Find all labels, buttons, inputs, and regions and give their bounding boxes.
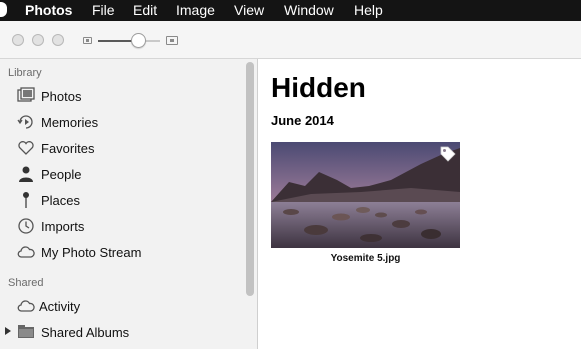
sidebar-item-favorites[interactable]: Favorites (0, 137, 244, 161)
zoom-in-icon[interactable] (166, 36, 178, 45)
sidebar-item-label: Memories (41, 115, 99, 130)
cloud-icon (17, 246, 35, 258)
clock-icon (18, 218, 34, 234)
sidebar-item-imports[interactable]: Imports (0, 215, 244, 239)
menu-help[interactable]: Help (354, 2, 383, 19)
minimize-window-button[interactable] (32, 34, 44, 46)
menu-bar: Photos File Edit Image View Window Help (0, 0, 581, 21)
sidebar-item-label: Favorites (41, 141, 95, 156)
zoom-slider-thumb[interactable] (130, 33, 146, 48)
menu-file[interactable]: File (92, 2, 115, 19)
page-title: Hidden (271, 72, 366, 103)
sidebar-item-label: People (41, 167, 82, 182)
shared-section-title: Shared (8, 277, 44, 289)
photo-thumbnail[interactable] (271, 142, 460, 248)
folder-icon (18, 325, 34, 338)
sidebar-item-people[interactable]: People (0, 163, 244, 187)
menu-image[interactable]: Image (176, 2, 215, 19)
sidebar-item-shared-albums[interactable]: Shared Albums (0, 321, 244, 345)
disclosure-triangle-icon[interactable] (5, 327, 11, 335)
heart-icon (18, 141, 34, 155)
zoom-window-button[interactable] (52, 34, 64, 46)
sidebar-item-places[interactable]: Places (0, 189, 244, 213)
close-window-button[interactable] (12, 34, 24, 46)
sidebar-item-photos[interactable]: Photos (0, 85, 244, 109)
sidebar-item-label: Shared Albums (41, 325, 130, 340)
apple-menu-icon[interactable] (0, 2, 7, 17)
window-toolbar (0, 21, 581, 59)
person-icon (19, 166, 33, 182)
main-content: Hidden June 2014 Yosemite 5.jpg (259, 59, 581, 349)
sidebar-item-label: My Photo Stream (41, 245, 142, 260)
library-section-title: Library (8, 67, 42, 79)
pin-icon (23, 192, 29, 208)
zoom-out-icon[interactable] (83, 37, 92, 44)
cloud-icon (17, 300, 35, 312)
menu-edit[interactable]: Edit (133, 2, 157, 19)
sidebar-item-label: Activity (39, 299, 81, 314)
menu-view[interactable]: View (234, 2, 264, 19)
sidebar-item-activity[interactable]: Activity (0, 295, 244, 319)
sidebar-item-label: Places (41, 193, 81, 208)
sidebar-item-label: Imports (41, 219, 85, 234)
memories-icon (17, 115, 33, 129)
sidebar-item-label: Photos (41, 89, 82, 104)
sidebar-item-my-photo-stream[interactable]: My Photo Stream (0, 241, 244, 265)
menu-app-photos[interactable]: Photos (25, 2, 72, 19)
moment-date-header: June 2014 (271, 113, 334, 128)
menu-window[interactable]: Window (284, 2, 334, 19)
sidebar-scrollbar[interactable] (246, 62, 254, 296)
sidebar-item-memories[interactable]: Memories (0, 111, 244, 135)
tag-icon (440, 146, 456, 162)
photo-caption: Yosemite 5.jpg (330, 253, 401, 264)
photos-icon (17, 87, 35, 102)
sidebar: Library Photos Memories Favorites People (0, 59, 258, 349)
